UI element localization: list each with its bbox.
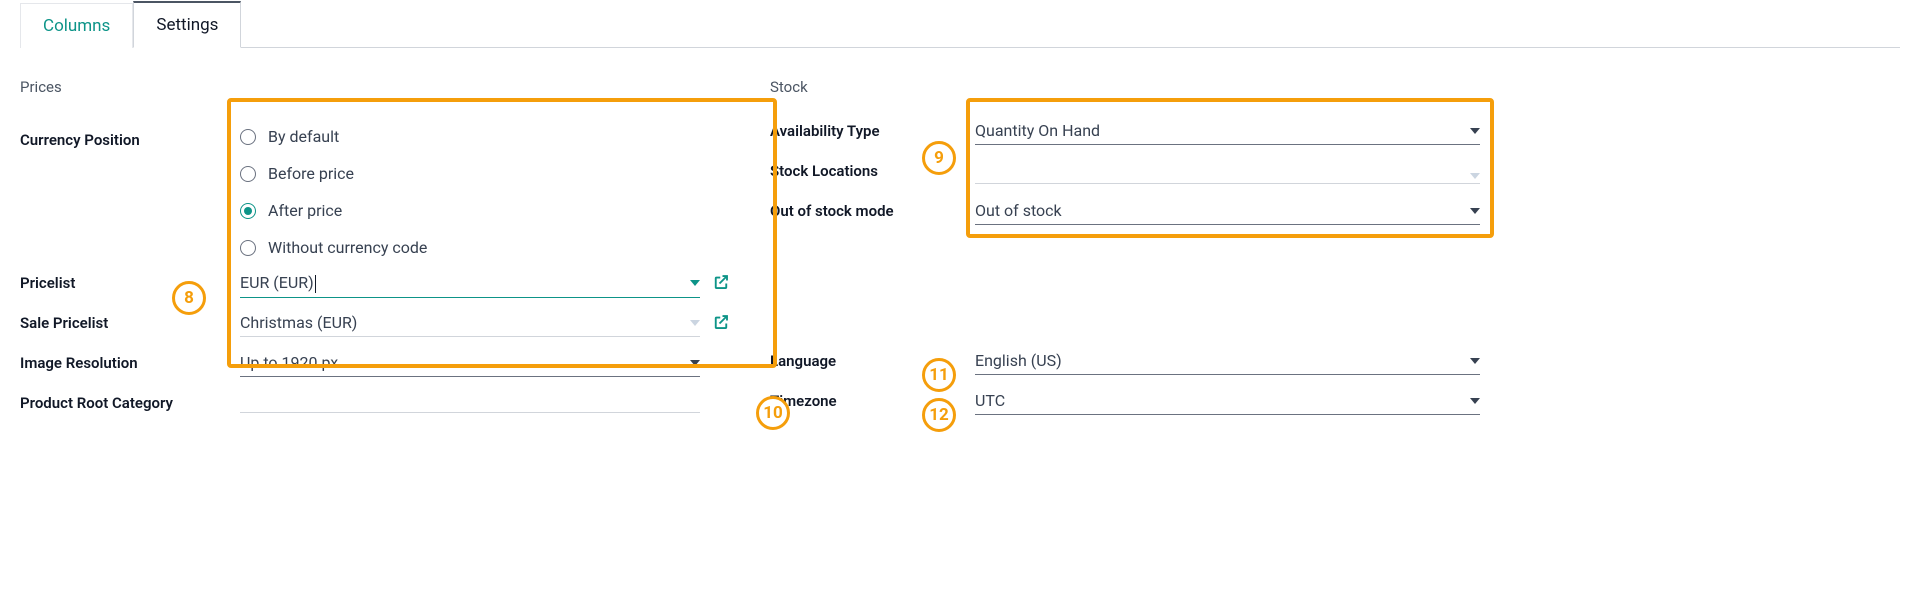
availability-type-value: Quantity On Hand xyxy=(975,121,1462,140)
annotation-9: 9 xyxy=(922,141,956,175)
label-currency-position: Currency Position xyxy=(20,123,225,149)
radio-icon xyxy=(240,166,256,182)
external-link-icon[interactable] xyxy=(712,313,730,331)
radio-label: Before price xyxy=(268,164,354,183)
section-stock: Stock xyxy=(770,78,1480,96)
radio-by-default[interactable]: By default xyxy=(240,118,730,155)
chevron-down-icon xyxy=(690,320,700,326)
radio-icon xyxy=(240,240,256,256)
radio-icon xyxy=(240,129,256,145)
radio-label: By default xyxy=(268,127,339,146)
annotation-10: 10 xyxy=(756,396,790,430)
external-link-icon[interactable] xyxy=(712,273,730,291)
right-gutter xyxy=(1520,78,1900,426)
radio-label: Without currency code xyxy=(268,238,427,257)
radio-icon xyxy=(240,203,256,219)
tab-columns[interactable]: Columns xyxy=(20,3,133,48)
label-image-resolution: Image Resolution xyxy=(20,346,225,372)
chevron-down-icon xyxy=(690,280,700,286)
text-cursor-icon xyxy=(315,275,316,293)
out-of-stock-select[interactable]: Out of stock xyxy=(975,195,1480,225)
sale-pricelist-select[interactable]: Christmas (EUR) xyxy=(240,307,700,337)
language-value: English (US) xyxy=(975,351,1462,370)
radio-after-price[interactable]: After price xyxy=(240,192,730,229)
currency-position-group: By default Before price After price With… xyxy=(225,114,730,266)
section-prices: Prices xyxy=(20,78,730,96)
image-resolution-value: Up to 1920 px xyxy=(240,353,682,372)
product-root-category-select[interactable] xyxy=(240,402,700,413)
availability-type-select[interactable]: Quantity On Hand xyxy=(975,115,1480,145)
sale-pricelist-value: Christmas (EUR) xyxy=(240,313,682,332)
label-availability-type: Availability Type xyxy=(770,114,975,140)
pricelist-value: EUR (EUR) xyxy=(240,273,682,293)
chevron-down-icon xyxy=(1470,128,1480,134)
radio-without-code[interactable]: Without currency code xyxy=(240,229,730,266)
language-select[interactable]: English (US) xyxy=(975,345,1480,375)
chevron-down-icon xyxy=(1470,398,1480,404)
spacer xyxy=(770,234,1480,344)
tabs: Columns Settings xyxy=(20,0,1900,48)
radio-before-price[interactable]: Before price xyxy=(240,155,730,192)
chevron-down-icon xyxy=(690,360,700,366)
annotation-12: 12 xyxy=(922,398,956,432)
chevron-down-icon xyxy=(1470,208,1480,214)
label-out-of-stock: Out of stock mode xyxy=(770,194,975,220)
tab-settings[interactable]: Settings xyxy=(133,1,241,48)
left-column: 8 10 Prices Currency Position By default… xyxy=(20,78,730,426)
chevron-down-icon xyxy=(1470,173,1480,179)
chevron-down-icon xyxy=(1470,358,1480,364)
pricelist-select[interactable]: EUR (EUR) xyxy=(240,267,700,298)
out-of-stock-value: Out of stock xyxy=(975,201,1462,220)
timezone-value: UTC xyxy=(975,391,1462,410)
annotation-11: 11 xyxy=(922,358,956,392)
label-product-root-category: Product Root Category xyxy=(20,386,225,412)
right-column: 9 11 12 Stock Availability Type Quantity… xyxy=(770,78,1480,426)
timezone-select[interactable]: UTC xyxy=(975,385,1480,415)
image-resolution-select[interactable]: Up to 1920 px xyxy=(240,347,700,377)
stock-locations-select[interactable] xyxy=(975,167,1480,184)
annotation-8: 8 xyxy=(172,281,206,315)
radio-label: After price xyxy=(268,201,342,220)
